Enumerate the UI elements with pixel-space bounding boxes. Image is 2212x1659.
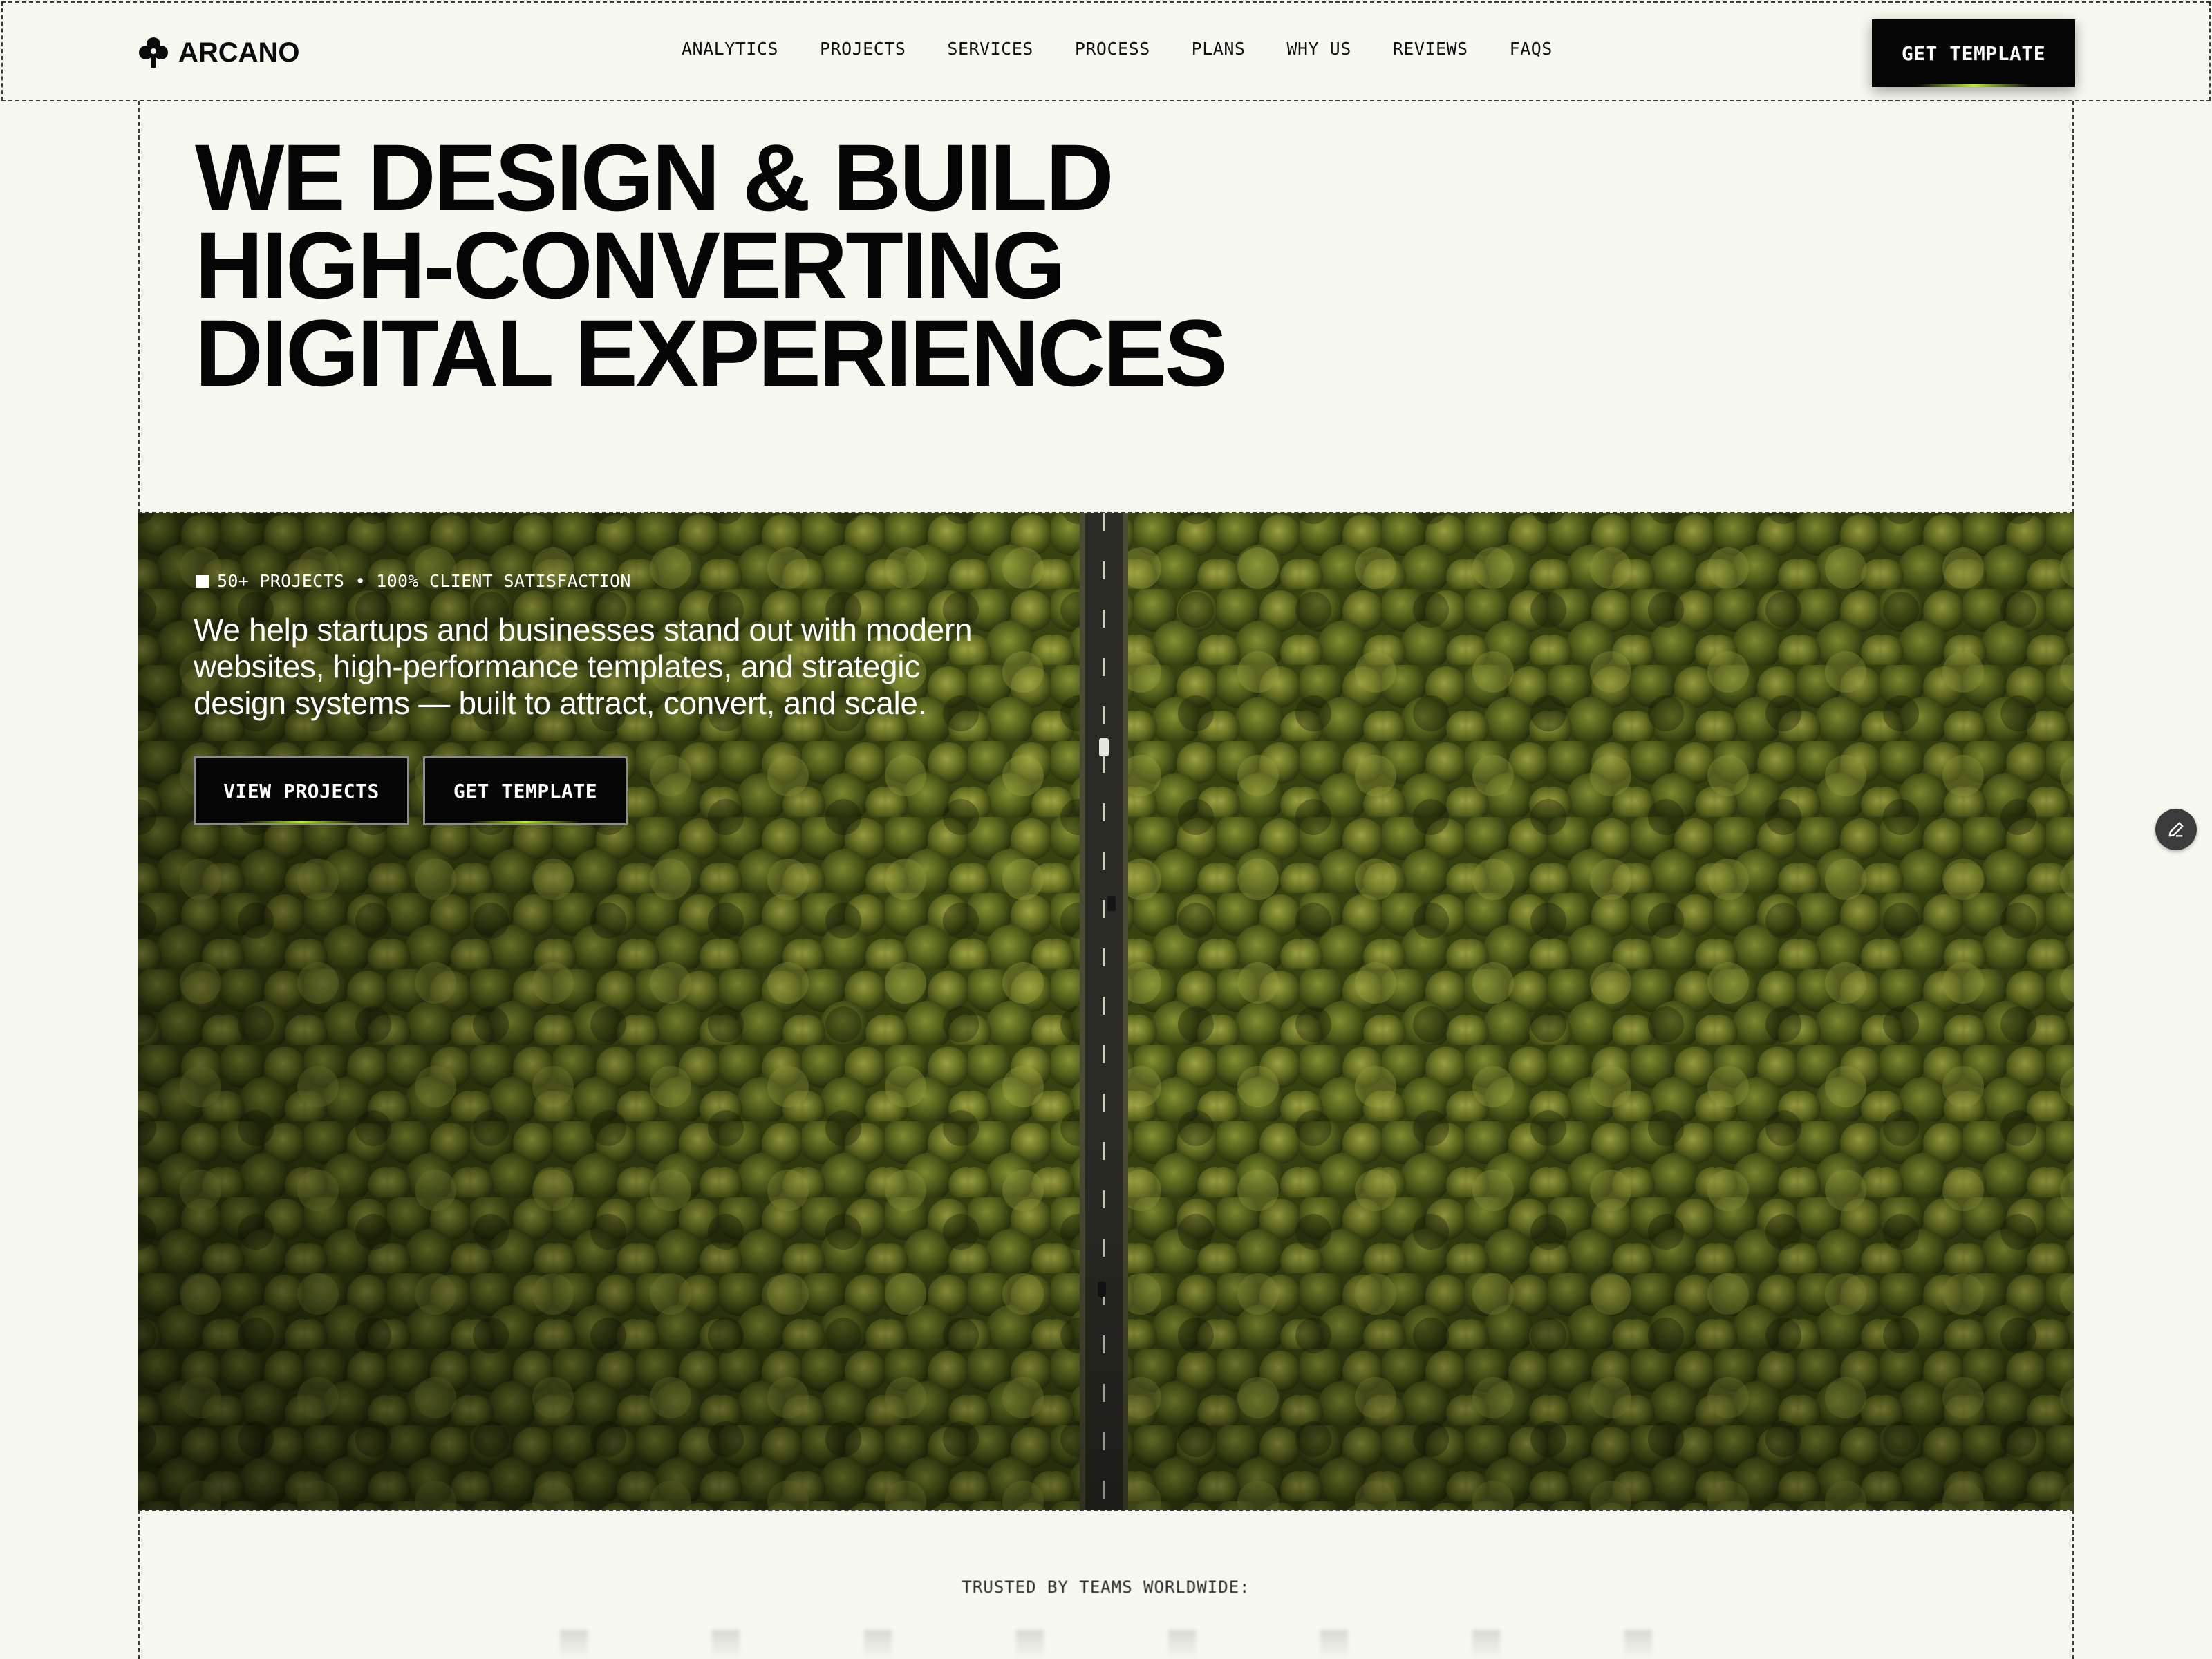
view-projects-label: VIEW PROJECTS <box>223 779 379 803</box>
header-get-template-button[interactable]: GET TEMPLATE <box>1872 19 2075 87</box>
client-logo <box>1016 1630 1044 1659</box>
hero-media: 50+ PROJECTS • 100% CLIENT SATISFACTION … <box>138 513 2074 1510</box>
lead-line: We help startups and businesses stand ou… <box>194 612 973 648</box>
hero-headline: WE DESIGN & BUILD HIGH-CONVERTING DIGITA… <box>195 125 1228 406</box>
stats-text: 50+ PROJECTS • 100% CLIENT SATISFACTION <box>217 571 631 591</box>
client-logo <box>560 1630 588 1659</box>
headline-line: WE DESIGN & BUILD <box>195 125 1114 231</box>
button-glow <box>1916 84 2031 87</box>
main-nav: ANALYTICS PROJECTS SERVICES PROCESS PLAN… <box>682 39 1553 59</box>
client-logo <box>864 1630 892 1659</box>
lead-line: design systems — built to attract, conve… <box>194 685 927 721</box>
nav-reviews[interactable]: REVIEWS <box>1393 39 1468 59</box>
nav-plans[interactable]: PLANS <box>1192 39 1246 59</box>
nav-services[interactable]: SERVICES <box>947 39 1033 59</box>
hero-headline-section: WE DESIGN & BUILD HIGH-CONVERTING DIGITA… <box>138 101 2074 513</box>
nav-why-us[interactable]: WHY US <box>1286 39 1351 59</box>
pencil-icon <box>2168 822 2184 837</box>
get-template-label: GET TEMPLATE <box>453 779 598 803</box>
hero-buttons: VIEW PROJECTS GET TEMPLATE <box>194 756 1120 825</box>
edit-button[interactable] <box>2155 809 2197 850</box>
page: ARCANO ANALYTICS PROJECTS SERVICES PROCE… <box>0 0 2212 1659</box>
client-logo <box>1472 1630 1500 1659</box>
client-logo <box>1168 1630 1196 1659</box>
client-logo <box>1320 1630 1348 1659</box>
client-logo <box>1624 1630 1652 1659</box>
get-template-button[interactable]: GET TEMPLATE <box>423 756 628 825</box>
button-glow <box>469 821 582 823</box>
client-logos <box>140 1630 2072 1659</box>
brand-logo[interactable]: ARCANO <box>138 32 300 73</box>
nav-projects[interactable]: PROJECTS <box>820 39 906 59</box>
trusted-section: TRUSTED BY TEAMS WORLDWIDE: <box>138 1510 2074 1659</box>
nav-faqs[interactable]: FAQS <box>1510 39 1553 59</box>
brand-name: ARCANO <box>178 37 300 68</box>
headline-line: HIGH-CONVERTING <box>195 213 1065 319</box>
button-glow <box>242 821 361 823</box>
square-bullet-icon <box>196 574 209 588</box>
hero-content: 50+ PROJECTS • 100% CLIENT SATISFACTION … <box>194 571 1120 825</box>
stats-line: 50+ PROJECTS • 100% CLIENT SATISFACTION <box>194 571 1120 591</box>
lead-line: websites, high-performance templates, an… <box>194 648 920 684</box>
flower-icon <box>139 37 168 68</box>
site-header: ARCANO ANALYTICS PROJECTS SERVICES PROCE… <box>1 1 2211 101</box>
trusted-label: TRUSTED BY TEAMS WORLDWIDE: <box>962 1577 1250 1597</box>
nav-analytics[interactable]: ANALYTICS <box>682 39 778 59</box>
client-logo <box>712 1630 740 1659</box>
view-projects-button[interactable]: VIEW PROJECTS <box>194 756 409 825</box>
headline-line: DIGITAL EXPERIENCES <box>195 301 1228 406</box>
nav-process[interactable]: PROCESS <box>1075 39 1150 59</box>
header-cta-label: GET TEMPLATE <box>1901 41 2046 65</box>
hero-lead: We help startups and businesses stand ou… <box>194 612 1120 722</box>
